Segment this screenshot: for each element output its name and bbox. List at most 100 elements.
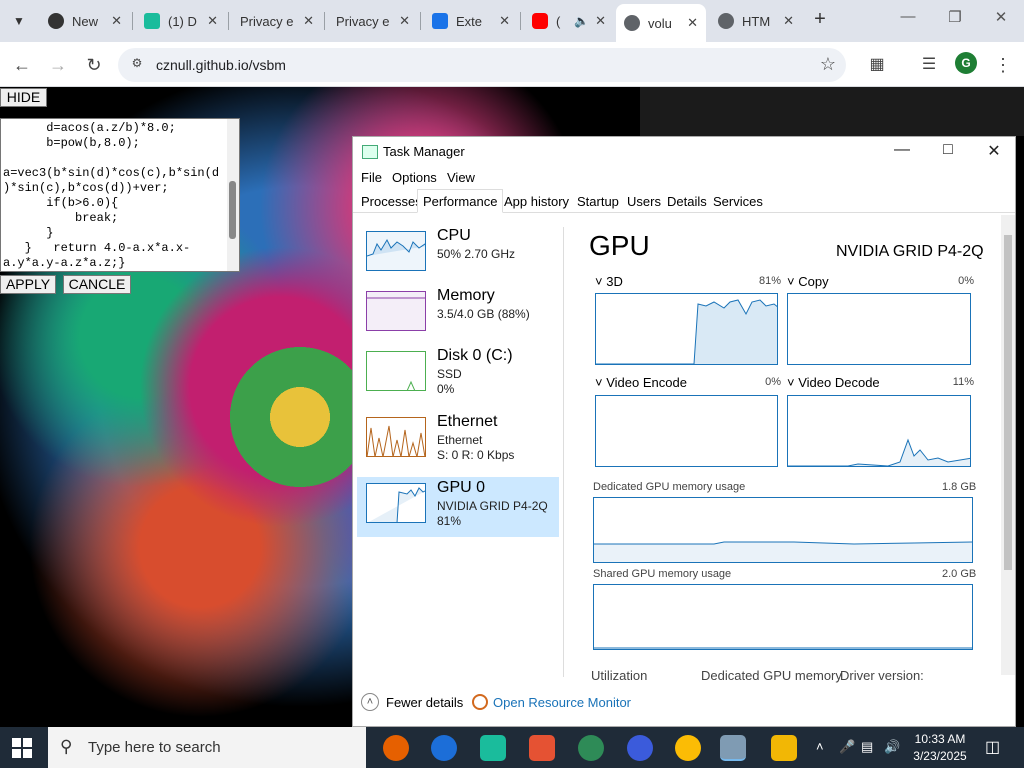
- tab-details[interactable]: Details: [667, 194, 707, 209]
- extensions-icon[interactable]: ▦: [864, 52, 890, 78]
- cpu-thumbnail: [366, 231, 426, 271]
- close-button[interactable]: ✕: [979, 141, 1009, 161]
- notifications-icon[interactable]: ◫: [985, 737, 1000, 757]
- url-text[interactable]: cznull.github.io/vsbm: [156, 57, 286, 73]
- browser-app-icon[interactable]: [431, 735, 457, 761]
- menu-view[interactable]: View: [447, 170, 475, 185]
- close-icon[interactable]: ✕: [499, 13, 510, 29]
- app-icon-orange[interactable]: [529, 735, 555, 761]
- browser-tab[interactable]: ( 🔈 ✕: [524, 6, 614, 36]
- close-icon[interactable]: ✕: [303, 13, 314, 29]
- engine-video-decode-label[interactable]: ˅ Video Decode: [787, 375, 880, 390]
- microphone-icon[interactable]: 🎤: [839, 739, 855, 755]
- bookmark-star-icon[interactable]: ☆: [820, 54, 836, 75]
- tab-separator: [132, 12, 133, 30]
- browser-tab[interactable]: Privacy e ✕: [328, 6, 418, 36]
- site-info-icon[interactable]: ⚙: [128, 56, 146, 74]
- close-icon[interactable]: ✕: [399, 13, 410, 29]
- browser-tab[interactable]: New ✕: [40, 6, 130, 36]
- shared-memory-graph: [593, 584, 973, 650]
- browser-tab[interactable]: Exte ✕: [424, 6, 518, 36]
- clock[interactable]: 10:33 AM 3/23/2025: [905, 731, 975, 765]
- code-text[interactable]: d=acos(a.z/b)*8.0; b=pow(b,8.0); a=vec3(…: [1, 119, 239, 271]
- apply-button[interactable]: APPLY: [0, 275, 56, 294]
- minimize-button[interactable]: —: [893, 8, 923, 25]
- shared-memory-label: Shared GPU memory usage: [593, 568, 732, 580]
- shared-memory-max: 2.0 GB: [942, 568, 977, 580]
- open-resource-monitor-link[interactable]: Open Resource Monitor: [493, 695, 631, 710]
- close-icon[interactable]: ✕: [111, 13, 122, 29]
- sidebar-item-gpu[interactable]: GPU 0 NVIDIA GRID P4-2Q 81%: [357, 477, 559, 537]
- engine-copy-percent: 0%: [958, 275, 974, 287]
- close-icon[interactable]: ✕: [783, 13, 794, 29]
- chrome-icon[interactable]: [675, 735, 701, 761]
- browser-tab-active[interactable]: volu ✕: [616, 4, 706, 42]
- media-control-icon[interactable]: ☰: [916, 52, 942, 78]
- sidebar-item-disk[interactable]: Disk 0 (C:) SSD 0%: [357, 345, 559, 405]
- sidebar-item-ethernet[interactable]: Ethernet Ethernet S: 0 R: 0 Kbps: [357, 411, 559, 471]
- app-icon-firefox-dev[interactable]: [627, 735, 653, 761]
- globe-icon: [718, 13, 734, 29]
- windows-start-icon[interactable]: [12, 738, 32, 758]
- chevron-up-icon[interactable]: ˄: [816, 739, 824, 754]
- title-bar[interactable]: Task Manager — □ ✕: [353, 137, 1015, 167]
- reload-button[interactable]: ↻: [81, 52, 107, 78]
- tab-users[interactable]: Users: [627, 194, 661, 209]
- network-icon[interactable]: ▤: [861, 739, 873, 755]
- cancel-button[interactable]: CANCLE: [63, 275, 131, 294]
- firefox-icon[interactable]: [383, 735, 409, 761]
- gpu-thumbnail: [366, 483, 426, 523]
- close-icon[interactable]: ✕: [207, 13, 218, 29]
- sidebar-item-memory[interactable]: Memory 3.5/4.0 GB (88%): [357, 285, 559, 345]
- clock-time: 10:33 AM: [914, 732, 966, 746]
- tab-separator: [228, 12, 229, 30]
- browser-tab[interactable]: HTM ✕: [710, 6, 802, 36]
- minimize-button[interactable]: —: [887, 141, 917, 159]
- volume-icon[interactable]: 🔊: [884, 739, 900, 755]
- profile-avatar[interactable]: G: [955, 52, 977, 74]
- close-icon[interactable]: ✕: [595, 13, 606, 29]
- engine-video-encode-percent: 0%: [765, 376, 781, 388]
- forward-button[interactable]: →: [45, 52, 71, 78]
- performance-scrollbar[interactable]: [1001, 215, 1015, 675]
- tab-performance[interactable]: Performance: [417, 189, 504, 213]
- task-manager-icon: [362, 145, 378, 159]
- tab-processes[interactable]: Processes: [361, 194, 422, 209]
- menu-kebab-icon[interactable]: ⋮: [990, 52, 1016, 78]
- task-manager-taskbar-icon[interactable]: [720, 735, 746, 761]
- close-icon[interactable]: ✕: [687, 15, 698, 31]
- app-icon-green[interactable]: [480, 735, 506, 761]
- engine-video-encode-label[interactable]: ˅ Video Encode: [595, 375, 687, 390]
- app-icon-bing[interactable]: [578, 735, 604, 761]
- tab-app-history[interactable]: App history: [504, 194, 569, 209]
- taskbar-search[interactable]: ⚲ Type here to search: [48, 727, 366, 768]
- task-manager-window: Task Manager — □ ✕ File Options View Pro…: [352, 136, 1016, 727]
- fewer-details-link[interactable]: Fewer details: [386, 695, 463, 710]
- file-explorer-icon[interactable]: [771, 735, 797, 761]
- tab-services[interactable]: Services: [713, 194, 763, 209]
- code-editor[interactable]: d=acos(a.z/b)*8.0; b=pow(b,8.0); a=vec3(…: [0, 118, 240, 272]
- close-window-button[interactable]: ✕: [986, 8, 1016, 26]
- chevron-up-icon[interactable]: ˄: [361, 693, 379, 711]
- menu-file[interactable]: File: [361, 170, 382, 185]
- engine-3d-label[interactable]: ˅ 3D: [595, 274, 623, 289]
- cpu-sparkline: [367, 238, 425, 257]
- back-button[interactable]: ←: [9, 52, 35, 78]
- hide-button[interactable]: HIDE: [0, 88, 47, 107]
- tab-startup[interactable]: Startup: [577, 194, 619, 209]
- sidebar-item-cpu[interactable]: CPU 50% 2.70 GHz: [357, 225, 559, 285]
- scrollbar-thumb[interactable]: [229, 181, 236, 239]
- engine-copy-label[interactable]: ˅ Copy: [787, 274, 829, 289]
- browser-tab[interactable]: (1) D ✕: [136, 6, 226, 36]
- tab-search-button[interactable]: ▼: [6, 8, 32, 34]
- maximize-button[interactable]: □: [933, 141, 963, 159]
- restore-button[interactable]: ❐: [940, 8, 970, 26]
- scrollbar-thumb[interactable]: [1004, 235, 1012, 570]
- menu-options[interactable]: Options: [392, 170, 437, 185]
- speaker-icon[interactable]: 🔈: [574, 14, 589, 28]
- new-tab-button[interactable]: +: [808, 8, 832, 31]
- browser-tab[interactable]: Privacy e ✕: [232, 6, 322, 36]
- github-icon: [48, 13, 64, 29]
- code-scrollbar[interactable]: [227, 119, 239, 271]
- address-bar[interactable]: ⚙ cznull.github.io/vsbm ☆: [118, 48, 846, 82]
